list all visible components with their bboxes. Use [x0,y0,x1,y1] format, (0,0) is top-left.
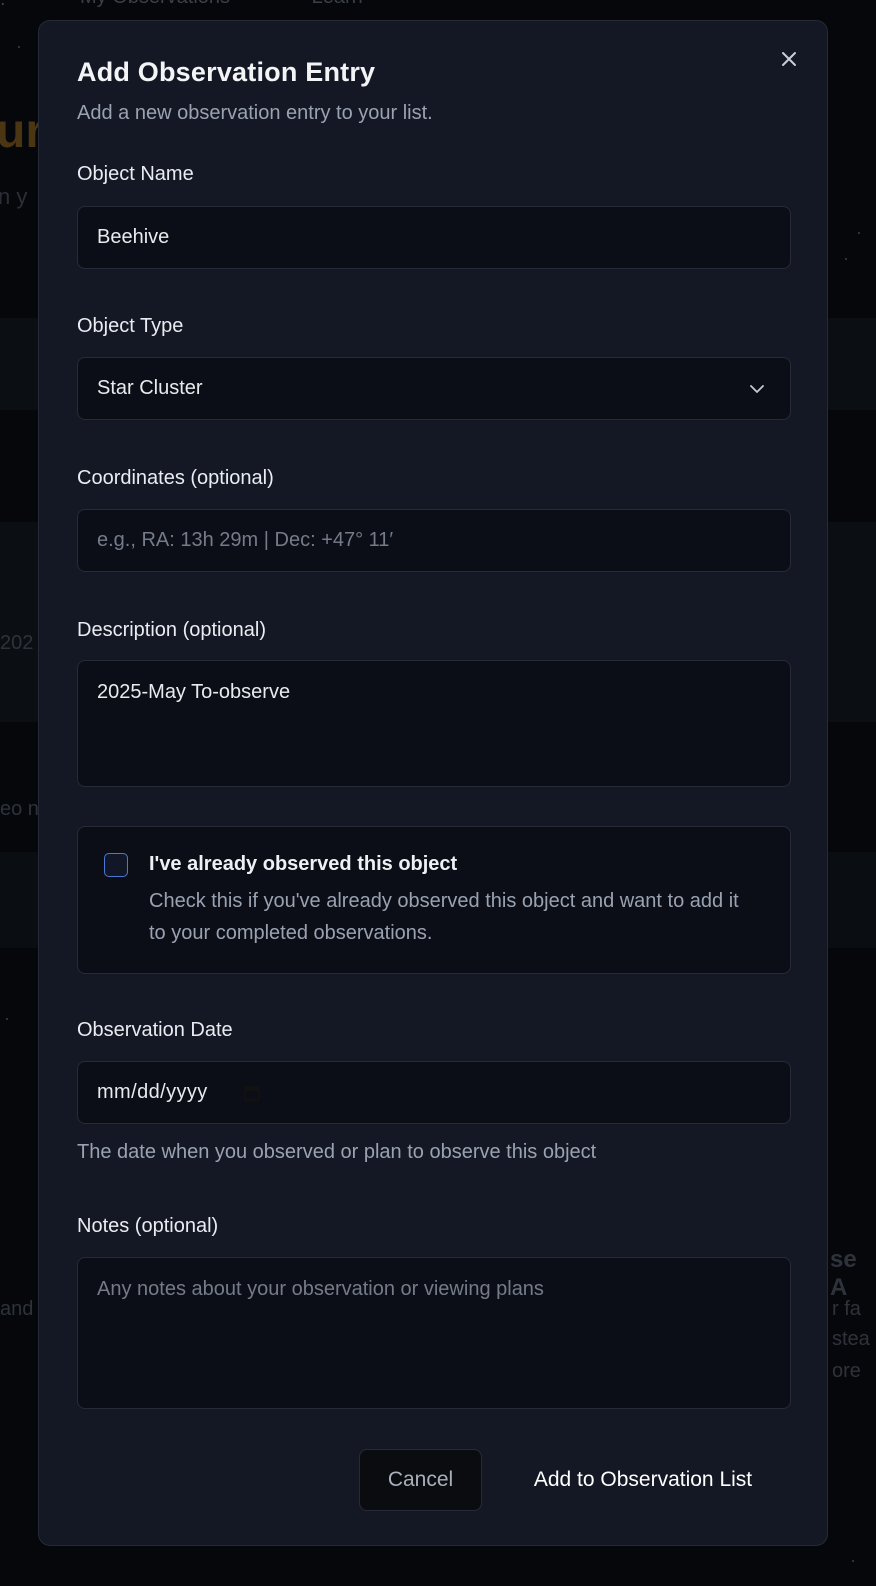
already-observed-title: I've already observed this object [149,853,458,875]
background-fragment: and [0,1298,34,1320]
background-fragment: stea [832,1328,870,1350]
cancel-button[interactable]: Cancel [359,1449,482,1511]
background-nav-item: My Observations [80,0,230,8]
star-dot [6,1018,8,1020]
background-fragment: : [0,0,8,12]
background-fragment: se A [830,1246,857,1301]
coordinates-label: Coordinates (optional) [77,467,274,489]
chevron-down-icon [747,379,767,399]
star-dot [858,232,860,234]
description-label: Description (optional) [77,619,266,641]
date-placeholder: mm/dd/yyyy [97,1081,208,1103]
coordinates-input[interactable] [77,509,791,572]
background-fragment: eo n [0,798,39,820]
observation-date-label: Observation Date [77,1019,233,1041]
object-type-select[interactable]: Star Cluster [77,357,791,420]
description-textarea[interactable]: 2025-May To-observe [77,660,791,787]
object-name-label: Object Name [77,163,194,185]
dialog-subtitle: Add a new observation entry to your list… [77,102,433,124]
star-dot [852,1560,854,1562]
object-type-label: Object Type [77,315,184,337]
observation-date-input[interactable]: mm/dd/yyyy [77,1061,791,1124]
close-button[interactable] [777,47,801,71]
already-observed-checkbox[interactable] [104,853,128,877]
add-to-observation-list-button[interactable]: Add to Observation List [499,1449,787,1511]
star-dot [18,46,20,48]
already-observed-description: Check this if you've already observed th… [149,890,739,944]
already-observed-panel: I've already observed this object Check … [77,826,791,974]
background-hero-sub-fragment: n y [0,184,28,209]
background-nav: My Observations Learn [80,0,439,9]
observation-date-hint: The date when you observed or plan to ob… [77,1141,597,1163]
calendar-icon[interactable] [242,1083,262,1103]
background-fragment: ore [832,1360,861,1382]
background-fragment: 202 [0,632,34,654]
notes-label: Notes (optional) [77,1215,219,1237]
x-icon [782,52,796,66]
notes-textarea[interactable] [77,1257,791,1409]
background-nav-item: Learn [312,0,363,8]
object-name-input[interactable] [77,206,791,269]
star-dot [845,258,847,260]
add-observation-dialog: Add Observation Entry Add a new observat… [38,20,828,1546]
background-fragment: r fa [832,1298,861,1320]
object-type-value: Star Cluster [97,377,203,399]
dialog-title: Add Observation Entry [77,57,376,87]
